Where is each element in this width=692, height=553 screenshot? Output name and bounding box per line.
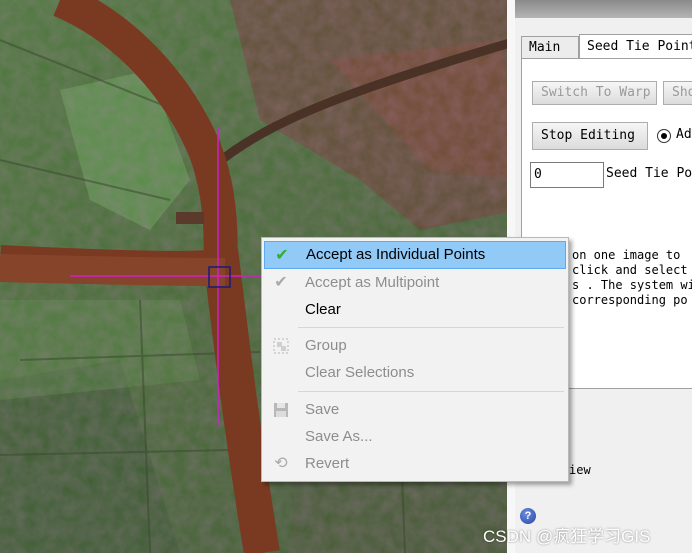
add-radio-button[interactable] <box>657 129 671 143</box>
group-icon <box>272 337 290 355</box>
radio-label: Ad <box>676 127 692 142</box>
menu-item-accept-multipoint[interactable]: ✔ Accept as Multipoint <box>264 269 566 297</box>
check-icon: ✔ <box>274 274 288 291</box>
floppy-disk-icon <box>272 401 290 419</box>
tab-main[interactable]: Main <box>521 36 579 58</box>
menu-item-save[interactable]: Save <box>264 396 566 424</box>
menu-item-clear[interactable]: Clear <box>264 296 566 324</box>
seed-tie-point-label: Seed Tie Poi <box>606 166 692 181</box>
menu-item-save-as[interactable]: Save As... <box>264 423 566 451</box>
menu-item-revert[interactable]: ⟲ Revert <box>264 450 566 478</box>
panel-tabs: Main Seed Tie Point <box>521 34 692 58</box>
menu-item-clear-selections[interactable]: Clear Selections <box>264 359 566 387</box>
revert-icon: ⟲ <box>274 455 288 472</box>
menu-item-accept-individual-points[interactable]: ✔ Accept as Individual Points <box>264 241 566 269</box>
stop-editing-button[interactable]: Stop Editing <box>532 122 648 150</box>
seed-tie-point-count-field[interactable]: 0 <box>530 162 604 188</box>
tab-seed-tie-point[interactable]: Seed Tie Point <box>579 34 692 58</box>
context-menu: ✔ Accept as Individual Points ✔ Accept a… <box>261 237 569 482</box>
instruction-line-1: on one image to <box>572 248 681 262</box>
instruction-line-3: s . The system wi <box>572 278 692 292</box>
check-icon: ✔ <box>275 247 289 264</box>
menu-separator <box>298 327 564 328</box>
show-button[interactable]: Sho <box>663 81 692 105</box>
view-label: iew <box>569 463 591 477</box>
switch-to-warp-button[interactable]: Switch To Warp <box>532 81 657 105</box>
instruction-line-4: corresponding po <box>572 293 688 307</box>
menu-separator <box>298 391 564 392</box>
instruction-line-2: click and select <box>572 263 688 277</box>
panel-titlebar <box>515 0 692 18</box>
menu-item-group[interactable]: Group <box>264 332 566 360</box>
watermark: CSDN @疯狂学习GIS <box>483 527 651 546</box>
